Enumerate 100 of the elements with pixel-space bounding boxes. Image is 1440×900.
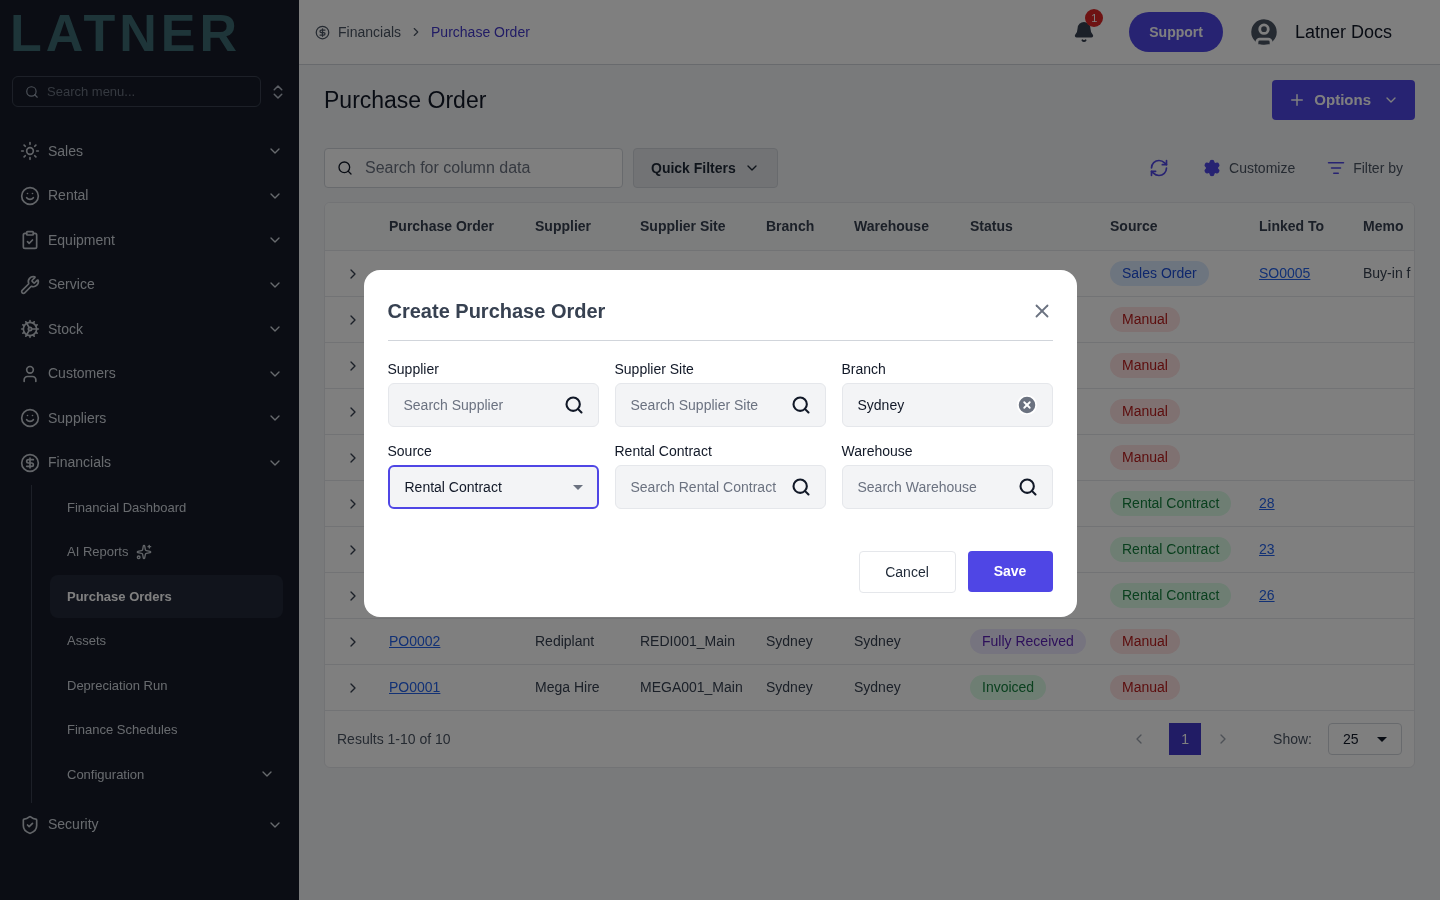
clipboard-icon — [20, 230, 40, 251]
sidebar-item[interactable]: Assets — [50, 619, 283, 663]
sidebar-item[interactable]: Security — [0, 802, 299, 847]
column-header[interactable]: Supplier — [535, 216, 640, 237]
sidebar-item[interactable]: Financials — [0, 440, 299, 485]
sidebar-item[interactable]: Purchase Orders — [50, 574, 283, 618]
sparkle-icon — [136, 543, 153, 560]
search-icon — [563, 395, 584, 415]
page-button[interactable]: 1 — [1169, 723, 1202, 755]
support-button[interactable]: Support — [1129, 12, 1223, 52]
table-cell-text: Rediplant — [535, 632, 596, 651]
table-link[interactable]: 26 — [1259, 587, 1275, 603]
search-icon — [1017, 477, 1038, 497]
table-link[interactable]: 28 — [1259, 495, 1275, 511]
tag: Invoiced — [970, 675, 1047, 700]
person-icon — [20, 363, 40, 384]
sidebar-item[interactable]: Sales — [0, 129, 299, 174]
table-link[interactable]: PO0002 — [389, 633, 441, 649]
tag: Manual — [1110, 445, 1180, 470]
sidebar-item[interactable]: Rental — [0, 173, 299, 218]
search-icon — [337, 160, 353, 176]
field-label: Source — [387, 442, 433, 461]
field-label: Rental Contract — [614, 442, 713, 461]
tag: Manual — [1110, 629, 1180, 654]
input-field[interactable]: Search Rental Contract — [614, 465, 826, 509]
input-field[interactable]: Search Supplier — [387, 383, 599, 427]
gear-icon — [20, 319, 40, 340]
filter-icon — [1327, 159, 1346, 177]
column-header[interactable]: Branch — [766, 216, 854, 237]
tag: Rental Contract — [1110, 537, 1232, 562]
sidebar-item[interactable]: Finance Schedules — [50, 708, 283, 752]
column-header[interactable]: Purchase Order — [389, 216, 535, 237]
bell-icon[interactable] — [1073, 21, 1096, 43]
sidebar-item[interactable]: Stock — [0, 307, 299, 352]
column-header[interactable]: Source — [1110, 216, 1259, 237]
sun-icon — [20, 141, 40, 162]
clear-icon[interactable] — [1015, 394, 1038, 416]
field-label: Supplier — [387, 360, 440, 379]
caret-icon — [1377, 736, 1387, 742]
modal-title: Create Purchase Order — [387, 299, 606, 324]
table-cell-text: Sydney — [766, 632, 814, 651]
column-header[interactable]: Status — [970, 216, 1110, 237]
face-icon — [20, 185, 40, 206]
breadcrumb-current: Purchase Order — [431, 22, 530, 42]
input-field[interactable]: Search Warehouse — [841, 465, 1053, 509]
notification-badge: 1 — [1085, 9, 1104, 27]
options-button[interactable]: Options — [1272, 80, 1415, 120]
cancel-button[interactable]: Cancel — [858, 551, 956, 593]
sidebar-item[interactable]: Configuration — [50, 752, 283, 796]
dollar-icon — [20, 452, 40, 473]
show-label: Show: — [1273, 729, 1312, 749]
tag: Fully Received — [970, 629, 1086, 654]
filter-button[interactable]: Filter by — [1327, 157, 1403, 179]
input-field[interactable]: Sydney — [841, 383, 1053, 427]
sidebar-item[interactable]: Depreciation Run — [50, 663, 283, 707]
column-header[interactable]: Supplier Site — [640, 216, 766, 237]
tag: Manual — [1110, 399, 1180, 424]
table-cell-text: Buy-in f — [1363, 264, 1412, 283]
column-header[interactable]: Warehouse — [854, 216, 970, 237]
sidebar-item[interactable]: AI Reports — [50, 530, 283, 574]
search-field[interactable]: Search for column data — [324, 148, 623, 188]
search-icon — [790, 395, 811, 415]
refresh-icon[interactable] — [1149, 158, 1170, 178]
results-count: Results 1-10 of 10 — [337, 729, 451, 749]
sidebar-item[interactable]: Service — [0, 262, 299, 307]
column-header[interactable]: Memo — [1363, 216, 1414, 237]
tag: Manual — [1110, 307, 1180, 332]
breadcrumb-link[interactable]: Financials — [338, 21, 402, 43]
page-size-select[interactable]: 25 — [1328, 723, 1402, 755]
field-label: Warehouse — [841, 442, 914, 461]
save-button[interactable]: Save — [967, 551, 1053, 592]
field-label: Branch — [841, 360, 887, 379]
sidebar-item[interactable]: Customers — [0, 351, 299, 396]
sidebar-item[interactable]: Equipment — [0, 218, 299, 263]
table-cell-text: Mega Hire — [535, 678, 601, 697]
shield-icon — [20, 814, 40, 835]
search-icon — [790, 477, 811, 497]
quick-filters-button[interactable]: Quick Filters — [633, 148, 778, 188]
customize-button[interactable]: Customize — [1203, 157, 1296, 179]
input-field[interactable]: Search Supplier Site — [614, 383, 826, 427]
tag: Sales Order — [1110, 261, 1209, 286]
table-cell-text: Sydney — [854, 678, 902, 697]
tag: Manual — [1110, 353, 1180, 378]
tag: Rental Contract — [1110, 491, 1232, 516]
sidebar-item[interactable]: Financial Dashboard — [50, 485, 283, 529]
table-cell-text: Sydney — [766, 678, 814, 697]
table-link[interactable]: 23 — [1259, 541, 1275, 557]
select-field[interactable]: Rental Contract — [387, 465, 599, 509]
tag: Rental Contract — [1110, 583, 1232, 608]
dollar-icon — [315, 24, 330, 40]
sidebar-item[interactable]: Suppliers — [0, 396, 299, 441]
gear-icon — [1203, 159, 1222, 177]
column-header[interactable]: Linked To — [1259, 216, 1363, 237]
user-name[interactable]: Latner Docs — [1294, 18, 1392, 46]
table-cell-text: Sydney — [854, 632, 902, 651]
table-cell-text: REDI001_Main — [640, 632, 736, 651]
caret-icon — [572, 484, 583, 490]
table-link[interactable]: SO0005 — [1259, 265, 1311, 281]
face-icon — [20, 408, 40, 429]
table-link[interactable]: PO0001 — [389, 679, 441, 695]
